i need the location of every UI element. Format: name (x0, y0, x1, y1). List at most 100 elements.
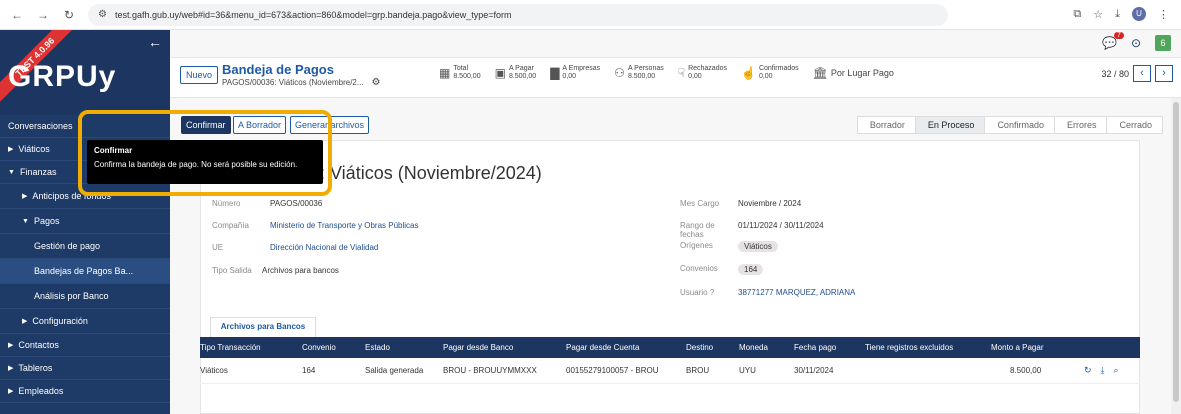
sidebar-item-contactos[interactable]: ▶ Contactos (0, 334, 170, 357)
step-cerrado[interactable]: Cerrado (1106, 116, 1163, 134)
caret-right-icon: ▶ (8, 365, 14, 372)
bank-icon: 🏛 (812, 66, 828, 80)
scrollbar[interactable] (1171, 98, 1181, 414)
pager-next-icon[interactable]: › (1155, 65, 1173, 82)
scrollbar-thumb[interactable] (1173, 102, 1179, 402)
profile-avatar[interactable]: U (1132, 7, 1146, 21)
caret-down-icon: ▼ (8, 168, 15, 176)
breadcrumb-title[interactable]: Bandeja de Pagos (222, 62, 381, 77)
field-compania: Compañía Ministerio de Transporte y Obras… (212, 221, 419, 230)
col-fecha-pago[interactable]: Fecha pago (794, 343, 836, 352)
field-numero: Número PAGOS/00036 (212, 199, 323, 208)
caret-right-icon: ▶ (8, 388, 14, 395)
col-pagar-banco[interactable]: Pagar desde Banco (443, 343, 513, 352)
caret-right-icon: ▶ (22, 318, 28, 325)
files-table: Tipo Transacción Convenio Estado Pagar d… (200, 337, 1140, 384)
step-errores[interactable]: Errores (1053, 116, 1108, 134)
browser-toolbar: ← → ↻ ⚙ test.gafh.gub.uy/web#id=36&menu_… (0, 0, 1181, 30)
download-icon[interactable]: ⤓ (1115, 8, 1120, 21)
field-mes-cargo: Mes Cargo Noviembre / 2024 (680, 199, 802, 208)
col-monto[interactable]: Monto a Pagar (991, 343, 1043, 352)
status-steps: Borrador En Proceso Confirmado Errores C… (856, 116, 1163, 134)
tag-convenio: 164 (738, 264, 764, 275)
field-origenes: Orígenes Viáticos (680, 241, 778, 252)
step-en-proceso[interactable]: En Proceso (914, 116, 986, 134)
stat-a-personas[interactable]: ⚇ A Personas 8.500,00 (610, 63, 668, 83)
table-header: Tipo Transacción Convenio Estado Pagar d… (200, 337, 1140, 358)
install-icon[interactable]: ⧉ (1073, 8, 1081, 21)
sidebar-item-analisis-banco[interactable]: Análisis por Banco (0, 284, 170, 309)
table-row[interactable]: Viáticos 164 Salida generada BROU - BROU… (200, 358, 1140, 384)
sidebar-item-bandejas[interactable]: Bandejas de Pagos Ba... (0, 259, 170, 284)
caret-right-icon: ▶ (8, 146, 14, 153)
control-panel: Nuevo Bandeja de Pagos PAGOS/00036: Viát… (170, 58, 1181, 98)
stat-confirmados[interactable]: ☝ Confirmados 0,00 (737, 63, 803, 83)
caret-right-icon: ▶ (22, 193, 28, 200)
field-usuario: Usuario ? 38771277 MARQUEZ, ADRIANA (680, 288, 856, 297)
money-icon: ▣ (494, 66, 506, 80)
chat-icon[interactable]: 💬 7 (1102, 32, 1124, 50)
step-borrador[interactable]: Borrador (856, 116, 916, 134)
stat-a-empresas[interactable]: ▇ A Empresas 0,00 (546, 63, 604, 83)
bookmark-star-icon[interactable]: ☆ (1093, 8, 1103, 21)
chat-badge: 7 (1114, 32, 1124, 39)
tag-viaticos: Viáticos (738, 241, 778, 252)
pager-value[interactable]: 32 / 80 (1101, 69, 1129, 79)
breadcrumb-record: PAGOS/00036: Viáticos (Noviembre/2... (222, 78, 364, 87)
col-destino[interactable]: Destino (686, 343, 713, 352)
sidebar-item-pagos[interactable]: ▼ Pagos (0, 209, 170, 234)
thumbs-down-icon: ☟ (677, 66, 686, 80)
reload-icon[interactable]: ↻ (62, 8, 76, 22)
user-avatar[interactable]: 6 (1155, 35, 1171, 51)
menu-kebab-icon[interactable]: ⋮ (1158, 8, 1169, 21)
forward-icon[interactable]: → (36, 8, 50, 22)
pager: 32 / 80 ‹ › (1101, 65, 1173, 82)
url-text: test.gafh.gub.uy/web#id=36&menu_id=673&a… (114, 9, 512, 20)
brand-area: TEST 4.0.96 ← GRPUy (0, 30, 170, 115)
tab-archivos-bancos[interactable]: Archivos para Bancos (210, 317, 316, 337)
highlight-box (78, 110, 332, 196)
thumbs-up-icon: ☝ (740, 66, 756, 80)
sidebar-item-empleados[interactable]: ▶ Empleados (0, 380, 170, 403)
step-confirmado[interactable]: Confirmado (984, 116, 1055, 134)
breadcrumb: Bandeja de Pagos PAGOS/00036: Viáticos (… (222, 62, 381, 88)
table-icon: ▦ (439, 66, 451, 80)
search-icon[interactable]: ⌕ (1114, 365, 1119, 376)
people-icon: ⚇ (614, 66, 625, 80)
building-icon: ▇ (550, 66, 560, 80)
field-ue: UE Dirección Nacional de Vialidad (212, 243, 379, 252)
field-rango-fechas: Rango de fechas 01/11/2024 / 30/11/2024 (680, 221, 824, 239)
download-icon[interactable]: ⤓ (1101, 365, 1105, 376)
caret-right-icon: ▶ (8, 342, 14, 349)
new-button[interactable]: Nuevo (180, 66, 219, 84)
field-convenios: Convenios 164 (680, 264, 764, 275)
site-info-icon[interactable]: ⚙ (98, 9, 107, 20)
sidebar: TEST 4.0.96 ← GRPUy Conversaciones ▶ Viát… (0, 30, 170, 414)
stat-por-lugar-pago[interactable]: 🏛 Por Lugar Pago (809, 63, 898, 83)
back-arrow-icon[interactable]: ← (148, 34, 162, 50)
col-estado[interactable]: Estado (365, 343, 390, 352)
pager-previous-icon[interactable]: ‹ (1133, 65, 1151, 82)
col-tipo-transaccion[interactable]: Tipo Transacción (200, 343, 261, 352)
gear-icon[interactable]: ⚙ (372, 77, 381, 88)
sidebar-item-tableros[interactable]: ▶ Tableros (0, 357, 170, 380)
address-bar[interactable]: ⚙ test.gafh.gub.uy/web#id=36&menu_id=673… (88, 3, 948, 26)
col-registros-excluidos[interactable]: Tiene registros excluidos (865, 343, 953, 352)
record-title: : Viáticos (Noviembre/2024) (320, 163, 542, 183)
col-convenio[interactable]: Convenio (302, 343, 336, 352)
col-pagar-cuenta[interactable]: Pagar desde Cuenta (566, 343, 639, 352)
stat-rechazados[interactable]: ☟ Rechazados 0,00 (674, 63, 731, 83)
stat-total[interactable]: ▦ Total 8.500,00 (435, 63, 485, 83)
smart-buttons: ▦ Total 8.500,00 ▣ A Pagar 8.500,00 ▇ A Empre… (435, 63, 898, 83)
col-moneda[interactable]: Moneda (739, 343, 768, 352)
refresh-icon[interactable]: ↻ (1084, 365, 1092, 376)
field-tipo-salida: Tipo Salida Archivos para bancos (212, 266, 339, 275)
caret-down-icon: ▼ (22, 217, 29, 225)
logo: GRPUy (8, 60, 117, 93)
back-icon[interactable]: ← (10, 8, 24, 22)
activity-clock-icon[interactable]: ⊙ (1131, 36, 1141, 50)
sidebar-item-gestion-pago[interactable]: Gestión de pago (0, 234, 170, 259)
stat-a-pagar[interactable]: ▣ A Pagar 8.500,00 (491, 63, 541, 83)
top-bar: 💬 7 ⊙ 6 (170, 30, 1181, 58)
sidebar-item-configuracion[interactable]: ▶ Configuración (0, 309, 170, 334)
